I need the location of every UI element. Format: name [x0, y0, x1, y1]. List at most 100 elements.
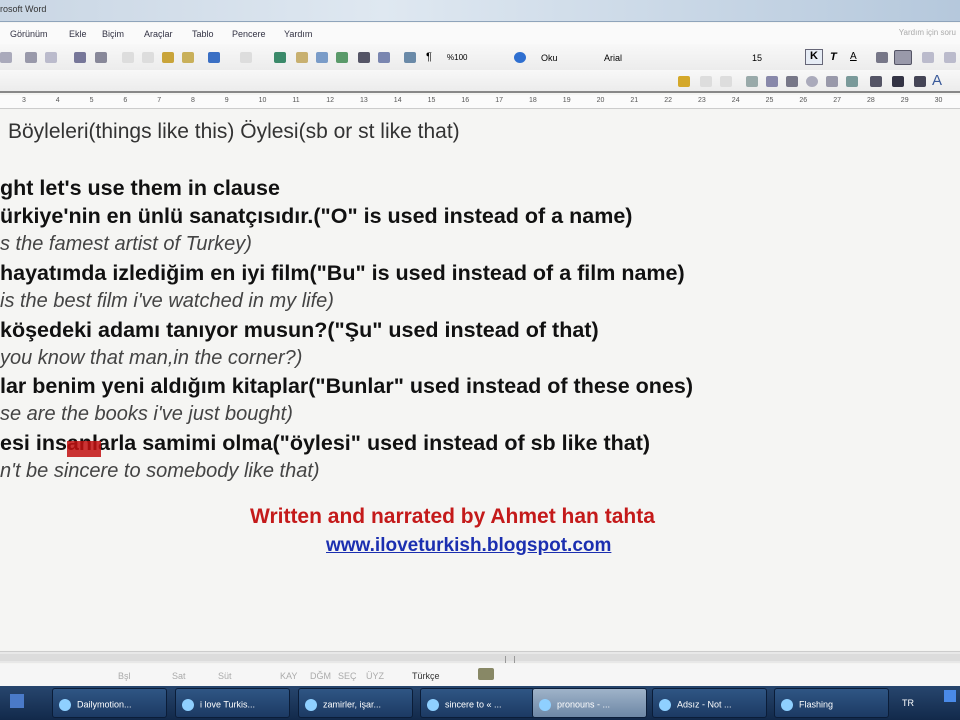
form-icon[interactable] — [766, 76, 778, 87]
align-left-icon[interactable] — [876, 52, 888, 63]
taskbar-label: Adsız - Not ... — [677, 699, 732, 710]
drawing-icon[interactable] — [378, 52, 390, 63]
status-bar: Bşl Sat Süt KAY DĞM SEÇ ÜYZ Türkçe — [0, 664, 960, 686]
insert-excel-icon[interactable] — [336, 52, 348, 63]
font-size-select[interactable]: 15 — [752, 53, 762, 63]
highlight-icon[interactable] — [678, 76, 690, 87]
read-button[interactable]: Oku — [541, 53, 558, 63]
italic-button[interactable]: T — [830, 51, 837, 63]
justify-icon[interactable] — [944, 52, 956, 63]
credit-text: Written and narrated by Ahmet han tahta — [250, 505, 655, 528]
ruler-tick-label: 16 — [461, 97, 470, 104]
help-icon[interactable] — [514, 52, 526, 63]
taskbar-button[interactable]: pronouns - ... — [532, 688, 647, 718]
ruler-tick-label: 9 — [224, 97, 229, 104]
taskbar-button[interactable]: Adsız - Not ... — [652, 688, 767, 718]
form-icon[interactable] — [786, 76, 798, 87]
menu-help[interactable]: Yardım — [284, 29, 312, 39]
status-page: Bşl — [118, 671, 131, 681]
help-search-box[interactable]: Yardım için soru — [899, 28, 956, 37]
research-icon[interactable] — [95, 52, 107, 63]
menu-view[interactable]: Görünüm — [10, 29, 48, 39]
status-ovr[interactable]: ÜYZ — [366, 671, 384, 681]
align-center-icon[interactable] — [894, 50, 912, 65]
document-map-icon[interactable] — [404, 52, 416, 63]
form-icon[interactable] — [846, 76, 858, 87]
status-line: Sat — [172, 671, 186, 681]
blog-link[interactable]: www.iloveturkish.blogspot.com — [326, 535, 611, 557]
status-trk[interactable]: DĞM — [310, 671, 331, 681]
tool-icon[interactable] — [700, 76, 712, 87]
doc-line: you know that man,in the corner?) — [0, 347, 303, 369]
taskbar-button[interactable]: sincere to « ... — [420, 688, 535, 718]
ruler-tick-label: 30 — [934, 97, 943, 104]
app-icon — [59, 699, 71, 711]
print-icon[interactable] — [25, 52, 37, 63]
ruler-tick-label: 8 — [191, 97, 195, 104]
tray-icon[interactable] — [944, 690, 956, 702]
bold-button[interactable]: K — [805, 49, 823, 65]
doc-line: köşedeki adamı tanıyor musun?("Şu" used … — [0, 318, 599, 342]
underline-button[interactable]: A — [850, 51, 857, 62]
taskbar-button[interactable]: Flashing — [774, 688, 889, 718]
status-ext[interactable]: SEÇ — [338, 671, 357, 681]
cut-icon[interactable] — [122, 52, 134, 63]
title-bar: rosoft Word — [0, 0, 960, 22]
ruler-tick-label: 24 — [731, 97, 740, 104]
grip-icon — [505, 656, 515, 663]
doc-line: ght let's use them in clause — [0, 176, 280, 200]
paste-icon[interactable] — [162, 52, 174, 63]
form-icon[interactable] — [870, 76, 882, 87]
taskbar-label: Dailymotion... — [77, 699, 132, 710]
ruler-tick-label: 27 — [833, 97, 841, 104]
copy-icon[interactable] — [142, 52, 154, 63]
form-icon[interactable] — [914, 76, 926, 87]
hyperlink-icon[interactable] — [274, 52, 286, 63]
status-rec[interactable]: KAY — [280, 671, 297, 681]
spelling-icon[interactable] — [74, 52, 86, 63]
columns-icon[interactable] — [358, 52, 370, 63]
form-icon[interactable] — [746, 76, 758, 87]
ruler[interactable]: 3 4 5 6 7 8 9 10 11 12 13 14 15 16 17 18 19 20 21 22 23 24 25 2… — [0, 95, 960, 109]
menu-window[interactable]: Pencere — [232, 29, 266, 39]
text-icon[interactable]: A — [932, 72, 942, 89]
menu-insert[interactable]: Ekle — [69, 29, 87, 39]
quicklaunch-icon[interactable] — [10, 694, 24, 708]
form-icon[interactable] — [826, 76, 838, 87]
taskbar-button[interactable]: zamirler, işar... — [298, 688, 413, 718]
spelling-status-icon[interactable] — [478, 668, 494, 680]
doc-line: is the best film i've watched in my life… — [0, 290, 334, 312]
undo-icon[interactable] — [208, 52, 220, 63]
insert-table-icon[interactable] — [316, 52, 328, 63]
menu-format[interactable]: Biçim — [102, 29, 124, 39]
doc-line: se are the books i've just bought) — [0, 403, 293, 425]
tables-borders-icon[interactable] — [296, 52, 308, 63]
form-icon[interactable] — [892, 76, 904, 87]
redo-icon[interactable] — [240, 52, 252, 63]
menu-tools[interactable]: Araçlar — [144, 29, 173, 39]
taskbar-button[interactable]: Dailymotion... — [52, 688, 167, 718]
ruler-tick-label: 12 — [326, 97, 334, 104]
app-icon — [182, 699, 194, 711]
document-page[interactable]: Böyleleri(things like this) Öylesi(sb or… — [0, 110, 960, 650]
zoom-select[interactable]: %100 — [447, 53, 467, 62]
open-icon[interactable] — [0, 52, 12, 63]
status-language[interactable]: Türkçe — [412, 671, 440, 681]
status-column: Süt — [218, 671, 232, 681]
horizontal-scrollbar[interactable] — [0, 651, 960, 663]
language-indicator[interactable]: TR — [902, 698, 914, 708]
format-painter-icon[interactable] — [182, 52, 194, 63]
tool-icon[interactable] — [720, 76, 732, 87]
align-right-icon[interactable] — [922, 52, 934, 63]
ruler-tick-label: 17 — [495, 97, 503, 104]
app-icon — [305, 699, 317, 711]
radio-icon[interactable] — [806, 76, 818, 87]
font-select[interactable]: Arial — [604, 53, 622, 63]
menu-table[interactable]: Tablo — [192, 29, 214, 39]
pilcrow-icon[interactable]: ¶ — [426, 51, 432, 63]
app-icon — [427, 699, 439, 711]
print-preview-icon[interactable] — [45, 52, 57, 63]
scroll-thumb[interactable] — [0, 654, 960, 663]
ruler-tick-label: 23 — [698, 97, 706, 104]
taskbar-button[interactable]: i love Turkis... — [175, 688, 290, 718]
